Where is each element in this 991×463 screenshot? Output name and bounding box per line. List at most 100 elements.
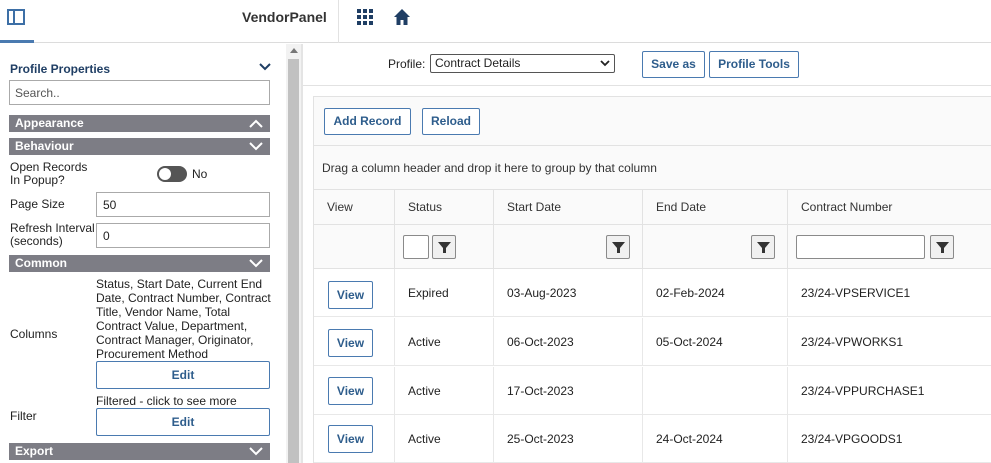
start-date-cell: 25-Oct-2023 [494, 415, 643, 463]
filter-icon [438, 242, 451, 253]
filter-cell-view [314, 225, 395, 269]
filter-cell-contract-number [788, 225, 991, 269]
panel-divider[interactable] [301, 44, 303, 463]
end-date-filter-button[interactable] [751, 235, 775, 259]
panel-toggle-button[interactable] [0, 0, 34, 43]
save-as-button[interactable]: Save as [642, 51, 705, 78]
status-filter-input[interactable] [403, 235, 429, 259]
section-export-label: Export [15, 444, 54, 458]
view-record-button[interactable]: View [328, 425, 373, 453]
end-date-cell: 02-Feb-2024 [643, 269, 788, 317]
properties-search-input[interactable] [9, 80, 270, 105]
column-header-contract-number[interactable]: Contract Number [788, 190, 991, 225]
grid-toolbar: Add Record Reload [314, 97, 991, 146]
section-behaviour-label: Behaviour [15, 139, 74, 153]
column-header-start-date[interactable]: Start Date [494, 190, 643, 225]
filter-cell-status [395, 225, 494, 269]
top-bar: VendorPanel [0, 0, 991, 43]
view-cell: View [314, 415, 395, 463]
panel-title: Profile Properties [10, 62, 111, 76]
table-row: View Active 06-Oct-2023 05-Oct-2024 23/2… [314, 318, 991, 366]
open-records-toggle[interactable] [157, 166, 187, 182]
chevron-down-icon [249, 259, 263, 268]
refresh-interval-input[interactable] [96, 223, 270, 248]
end-date-cell: 05-Oct-2024 [643, 318, 788, 366]
start-date-cell: 06-Oct-2023 [494, 318, 643, 366]
chevron-up-icon [249, 119, 263, 128]
page-size-label: Page Size [10, 197, 65, 211]
view-record-button[interactable]: View [328, 377, 373, 405]
chevron-down-icon [600, 60, 610, 67]
columns-value: Status, Start Date, Current End Date, Co… [96, 277, 271, 361]
scroll-up-arrow-icon[interactable] [290, 48, 298, 53]
column-header-view[interactable]: View [314, 190, 395, 225]
contract-number-cell: 23/24-VPPURCHASE1 [801, 384, 925, 398]
view-cell: View [314, 318, 395, 366]
view-cell: View [314, 269, 395, 317]
contract-number-cell: 23/24-VPSERVICE1 [801, 286, 911, 300]
view-record-button[interactable]: View [328, 281, 373, 309]
status-cell: Active [395, 367, 494, 415]
section-export[interactable]: Export [9, 443, 270, 460]
end-date-cell [643, 367, 788, 415]
chevron-down-icon[interactable] [258, 62, 272, 72]
top-divider [338, 0, 339, 43]
table-row: View Active 25-Oct-2023 24-Oct-2024 23/2… [314, 415, 991, 463]
group-drop-area[interactable]: Drag a column header and drop it here to… [314, 146, 991, 190]
contract-number-filter-input[interactable] [796, 235, 925, 259]
section-behaviour[interactable]: Behaviour [9, 138, 270, 155]
edit-filter-button[interactable]: Edit [96, 408, 270, 436]
filter-cell-start-date [494, 225, 643, 269]
toggle-knob [159, 168, 171, 180]
table-row: View Active 17-Oct-2023 23/24-VPPURCHASE… [314, 367, 991, 415]
contracts-grid: Add Record Reload Drag a column header a… [313, 96, 991, 463]
section-common[interactable]: Common [9, 255, 270, 272]
profile-selected-value: Contract Details [435, 56, 521, 70]
end-date-cell: 24-Oct-2024 [643, 415, 788, 463]
status-cell: Active [395, 415, 494, 463]
start-date-cell: 17-Oct-2023 [494, 367, 643, 415]
status-filter-button[interactable] [432, 235, 456, 259]
filter-icon [936, 242, 949, 253]
apps-grid-icon[interactable] [357, 9, 373, 25]
refresh-interval-label: Refresh Interval (seconds) [10, 221, 95, 248]
filter-icon [757, 242, 770, 253]
chevron-down-icon [249, 142, 263, 151]
add-record-button[interactable]: Add Record [324, 108, 411, 135]
view-record-button[interactable]: View [328, 329, 373, 357]
open-records-value: No [192, 167, 208, 181]
column-header-end-date[interactable]: End Date [643, 190, 788, 225]
panel-scrollbar-thumb[interactable] [288, 59, 299, 463]
filter-summary[interactable]: Filtered - click to see more [96, 394, 237, 408]
profile-tools-button[interactable]: Profile Tools [709, 51, 799, 78]
filter-icon [612, 242, 625, 253]
edit-columns-button[interactable]: Edit [96, 361, 270, 389]
contract-number-cell: 23/24-VPWORKS1 [801, 335, 904, 349]
reload-button[interactable]: Reload [422, 108, 480, 135]
contract-number-filter-button[interactable] [930, 235, 954, 259]
filter-cell-end-date [643, 225, 788, 269]
start-date-filter-button[interactable] [606, 235, 630, 259]
section-appearance[interactable]: Appearance [9, 115, 270, 132]
section-common-label: Common [15, 256, 67, 270]
profile-label: Profile: [388, 57, 426, 71]
columns-label: Columns [10, 327, 58, 341]
table-row: View Expired 03-Aug-2023 02-Feb-2024 23/… [314, 269, 991, 317]
profile-select[interactable]: Contract Details [430, 54, 615, 73]
group-hint: Drag a column header and drop it here to… [322, 161, 657, 175]
profile-bar: Profile: Contract Details Save as Profil… [303, 44, 991, 86]
open-records-label: Open Records In Popup? [10, 160, 88, 187]
contract-number-cell: 23/24-VPGOODS1 [801, 432, 903, 446]
column-header-status[interactable]: Status [395, 190, 494, 225]
chevron-down-icon [249, 447, 263, 456]
section-appearance-label: Appearance [15, 116, 84, 130]
view-cell: View [314, 367, 395, 415]
brand-title: VendorPanel [242, 9, 327, 25]
profile-properties-panel: Profile Properties Appearance Behaviour … [0, 44, 286, 463]
status-cell: Active [395, 318, 494, 366]
filter-label: Filter [10, 409, 37, 423]
start-date-cell: 03-Aug-2023 [494, 269, 643, 317]
home-icon[interactable] [393, 8, 411, 26]
status-cell: Expired [395, 269, 494, 317]
page-size-input[interactable] [96, 192, 270, 217]
